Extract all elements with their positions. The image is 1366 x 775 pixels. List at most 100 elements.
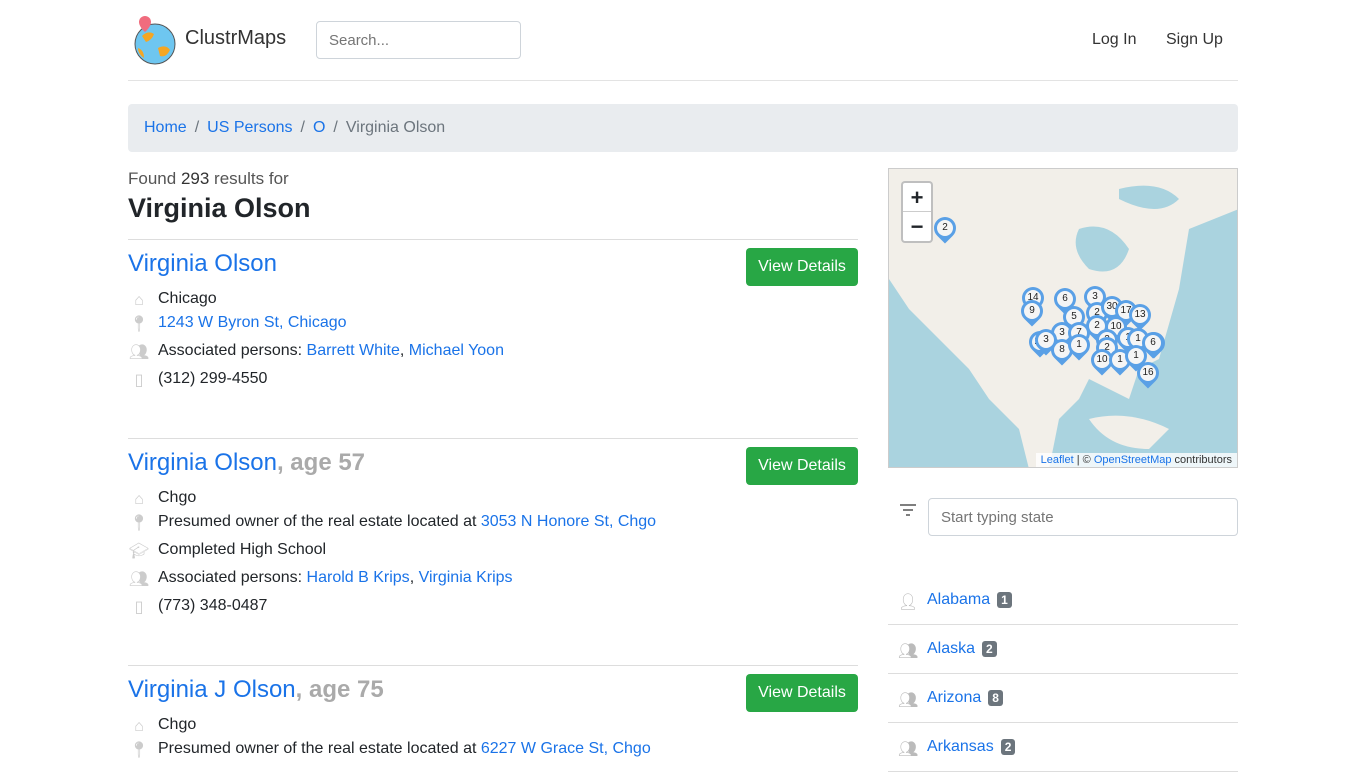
map-marker[interactable]: 2: [929, 212, 961, 247]
map-marker[interactable]: 9: [1016, 295, 1048, 330]
state-item: 👥︎ Arkansas 2: [888, 723, 1238, 772]
zoom-out-button[interactable]: −: [903, 212, 931, 241]
city: Chicago: [158, 290, 217, 307]
result-card: Virginia Olson View Details ⌂ Chicago 📍︎ 1…: [128, 239, 858, 438]
map-marker[interactable]: 16: [1132, 357, 1164, 392]
people-icon: 👥︎: [898, 643, 919, 660]
state-item: 👥︎ Arizona 8: [888, 674, 1238, 723]
map-marker[interactable]: 6: [1137, 327, 1169, 362]
state-name: Arkansas: [927, 738, 994, 755]
state-count-badge: 2: [1000, 738, 1016, 755]
search-input[interactable]: [316, 21, 521, 59]
state-count-badge: 2: [982, 640, 997, 657]
page-title: Virginia Olson: [128, 193, 311, 223]
view-details-button[interactable]: View Details: [746, 674, 858, 712]
results-summary: Found 293 results for: [128, 169, 289, 189]
address-line: 📍︎ Presumed owner of the real estate loca…: [128, 510, 656, 534]
person-name-link[interactable]: Virginia J Olson: [128, 676, 296, 703]
view-details-button[interactable]: View Details: [746, 248, 858, 286]
location-pin-icon: 📍︎: [128, 315, 150, 333]
leaflet-link[interactable]: Leaflet: [1041, 454, 1074, 466]
associates-line: 👥︎ Associated persons: Barrett White, Mic…: [128, 342, 504, 361]
state-name: Alabama: [927, 591, 991, 608]
address-link[interactable]: 1243 W Byron St, Chicago: [158, 314, 347, 331]
people-icon: 👥︎: [898, 741, 919, 758]
state-name: Arizona: [927, 689, 982, 706]
phone: (312) 299-4550: [158, 370, 268, 387]
signup-link[interactable]: Sign Up: [1166, 31, 1223, 49]
marker-count: 3: [1038, 332, 1054, 348]
marker-count: 2: [937, 220, 953, 236]
state-filter-input[interactable]: [928, 498, 1238, 536]
state-item: 👤︎ Alabama 1: [888, 576, 1238, 625]
person-name-link[interactable]: Virginia Olson: [128, 449, 277, 476]
city-line: ⌂ Chgo: [128, 713, 196, 737]
home-icon: ⌂: [134, 291, 144, 309]
map-attribution: Leaflet | © OpenStreetMap contributors: [1035, 453, 1237, 467]
phone-icon: ▯: [134, 371, 144, 389]
login-link[interactable]: Log In: [1092, 31, 1136, 49]
associate-link[interactable]: Barrett White: [307, 342, 400, 359]
result-card: Virginia J Olson, age 75 View Details ⌂ C…: [128, 665, 858, 775]
city-line: ⌂ Chicago: [128, 287, 217, 311]
summary-suffix: results for: [214, 169, 289, 188]
age: , age 57: [276, 449, 366, 476]
city: Chgo: [158, 716, 197, 733]
phone: (773) 348-0487: [158, 597, 268, 614]
address-prefix: Presumed owner of the real estate locate…: [158, 513, 477, 530]
state-count-badge: 8: [988, 689, 1003, 706]
zoom-in-button[interactable]: +: [903, 183, 931, 212]
home-icon: ⌂: [134, 490, 144, 508]
associates-line: 👥︎ Associated persons: Harold B Krips, Vi…: [128, 569, 513, 588]
state-link[interactable]: Alabama 1: [927, 591, 1012, 609]
breadcrumb-letter[interactable]: O: [313, 119, 325, 136]
breadcrumb-home[interactable]: Home: [144, 119, 187, 136]
results-map[interactable]: + − 214963537208132301713210262111011616…: [888, 168, 1238, 468]
marker-count: 16: [1140, 365, 1156, 381]
education-line: 🎓︎ Completed High School: [128, 538, 326, 562]
map-marker[interactable]: 3: [1030, 324, 1062, 359]
education: Completed High School: [158, 541, 327, 558]
address-prefix: Presumed owner of the real estate locate…: [158, 740, 477, 757]
breadcrumb-separator: /: [194, 119, 200, 136]
address-line: 📍︎ 1243 W Byron St, Chicago: [128, 311, 347, 335]
results-count: 293: [180, 169, 210, 188]
breadcrumb-separator: /: [300, 119, 305, 136]
associates-label: Associated persons:: [158, 342, 303, 359]
filter-icon: [900, 504, 916, 516]
breadcrumb-separator: /: [333, 119, 338, 136]
phone-icon: ▯: [134, 598, 144, 616]
location-pin-icon: 📍︎: [128, 514, 150, 532]
state-link[interactable]: Arizona 8: [927, 689, 1003, 707]
clustrmaps-logo-icon[interactable]: [132, 14, 178, 66]
address-line: 📍︎ Presumed owner of the real estate loca…: [128, 737, 651, 761]
city-line: ⌂ Chgo: [128, 486, 196, 510]
associate-link[interactable]: Virginia Krips: [419, 569, 513, 586]
phone-line: ▯ (773) 348-0487: [128, 594, 268, 618]
state-link[interactable]: Arkansas 2: [927, 738, 1016, 756]
person-name-link[interactable]: Virginia Olson: [128, 250, 277, 278]
state-count-badge: 1: [997, 591, 1012, 608]
view-details-button[interactable]: View Details: [746, 447, 858, 485]
summary-prefix: Found: [128, 169, 177, 188]
marker-count: 9: [1024, 303, 1040, 319]
result-card: Virginia Olson, age 57 View Details ⌂ Chg…: [128, 438, 858, 665]
state-item: 👥︎ Alaska 2: [888, 625, 1238, 674]
marker-count: 13: [1132, 307, 1148, 323]
osm-link[interactable]: OpenStreetMap: [1094, 454, 1172, 466]
address-link[interactable]: 6227 W Grace St, Chgo: [481, 740, 651, 757]
marker-count: 1: [1071, 337, 1087, 353]
state-link[interactable]: Alaska 2: [927, 640, 997, 658]
attribution-suffix: contributors: [1171, 454, 1232, 466]
breadcrumb-us-persons[interactable]: US Persons: [207, 119, 292, 136]
phone-line: ▯ (312) 299-4550: [128, 367, 268, 391]
marker-count: 6: [1057, 291, 1073, 307]
home-icon: ⌂: [134, 717, 144, 735]
brand-name[interactable]: ClustrMaps: [185, 27, 286, 50]
associate-link[interactable]: Harold B Krips: [307, 569, 410, 586]
address-link[interactable]: 3053 N Honore St, Chgo: [481, 513, 656, 530]
graduation-cap-icon: 🎓︎: [128, 542, 150, 560]
location-pin-icon: 📍︎: [128, 741, 150, 759]
people-icon: 👥︎: [128, 343, 150, 361]
associate-link[interactable]: Michael Yoon: [409, 342, 504, 359]
